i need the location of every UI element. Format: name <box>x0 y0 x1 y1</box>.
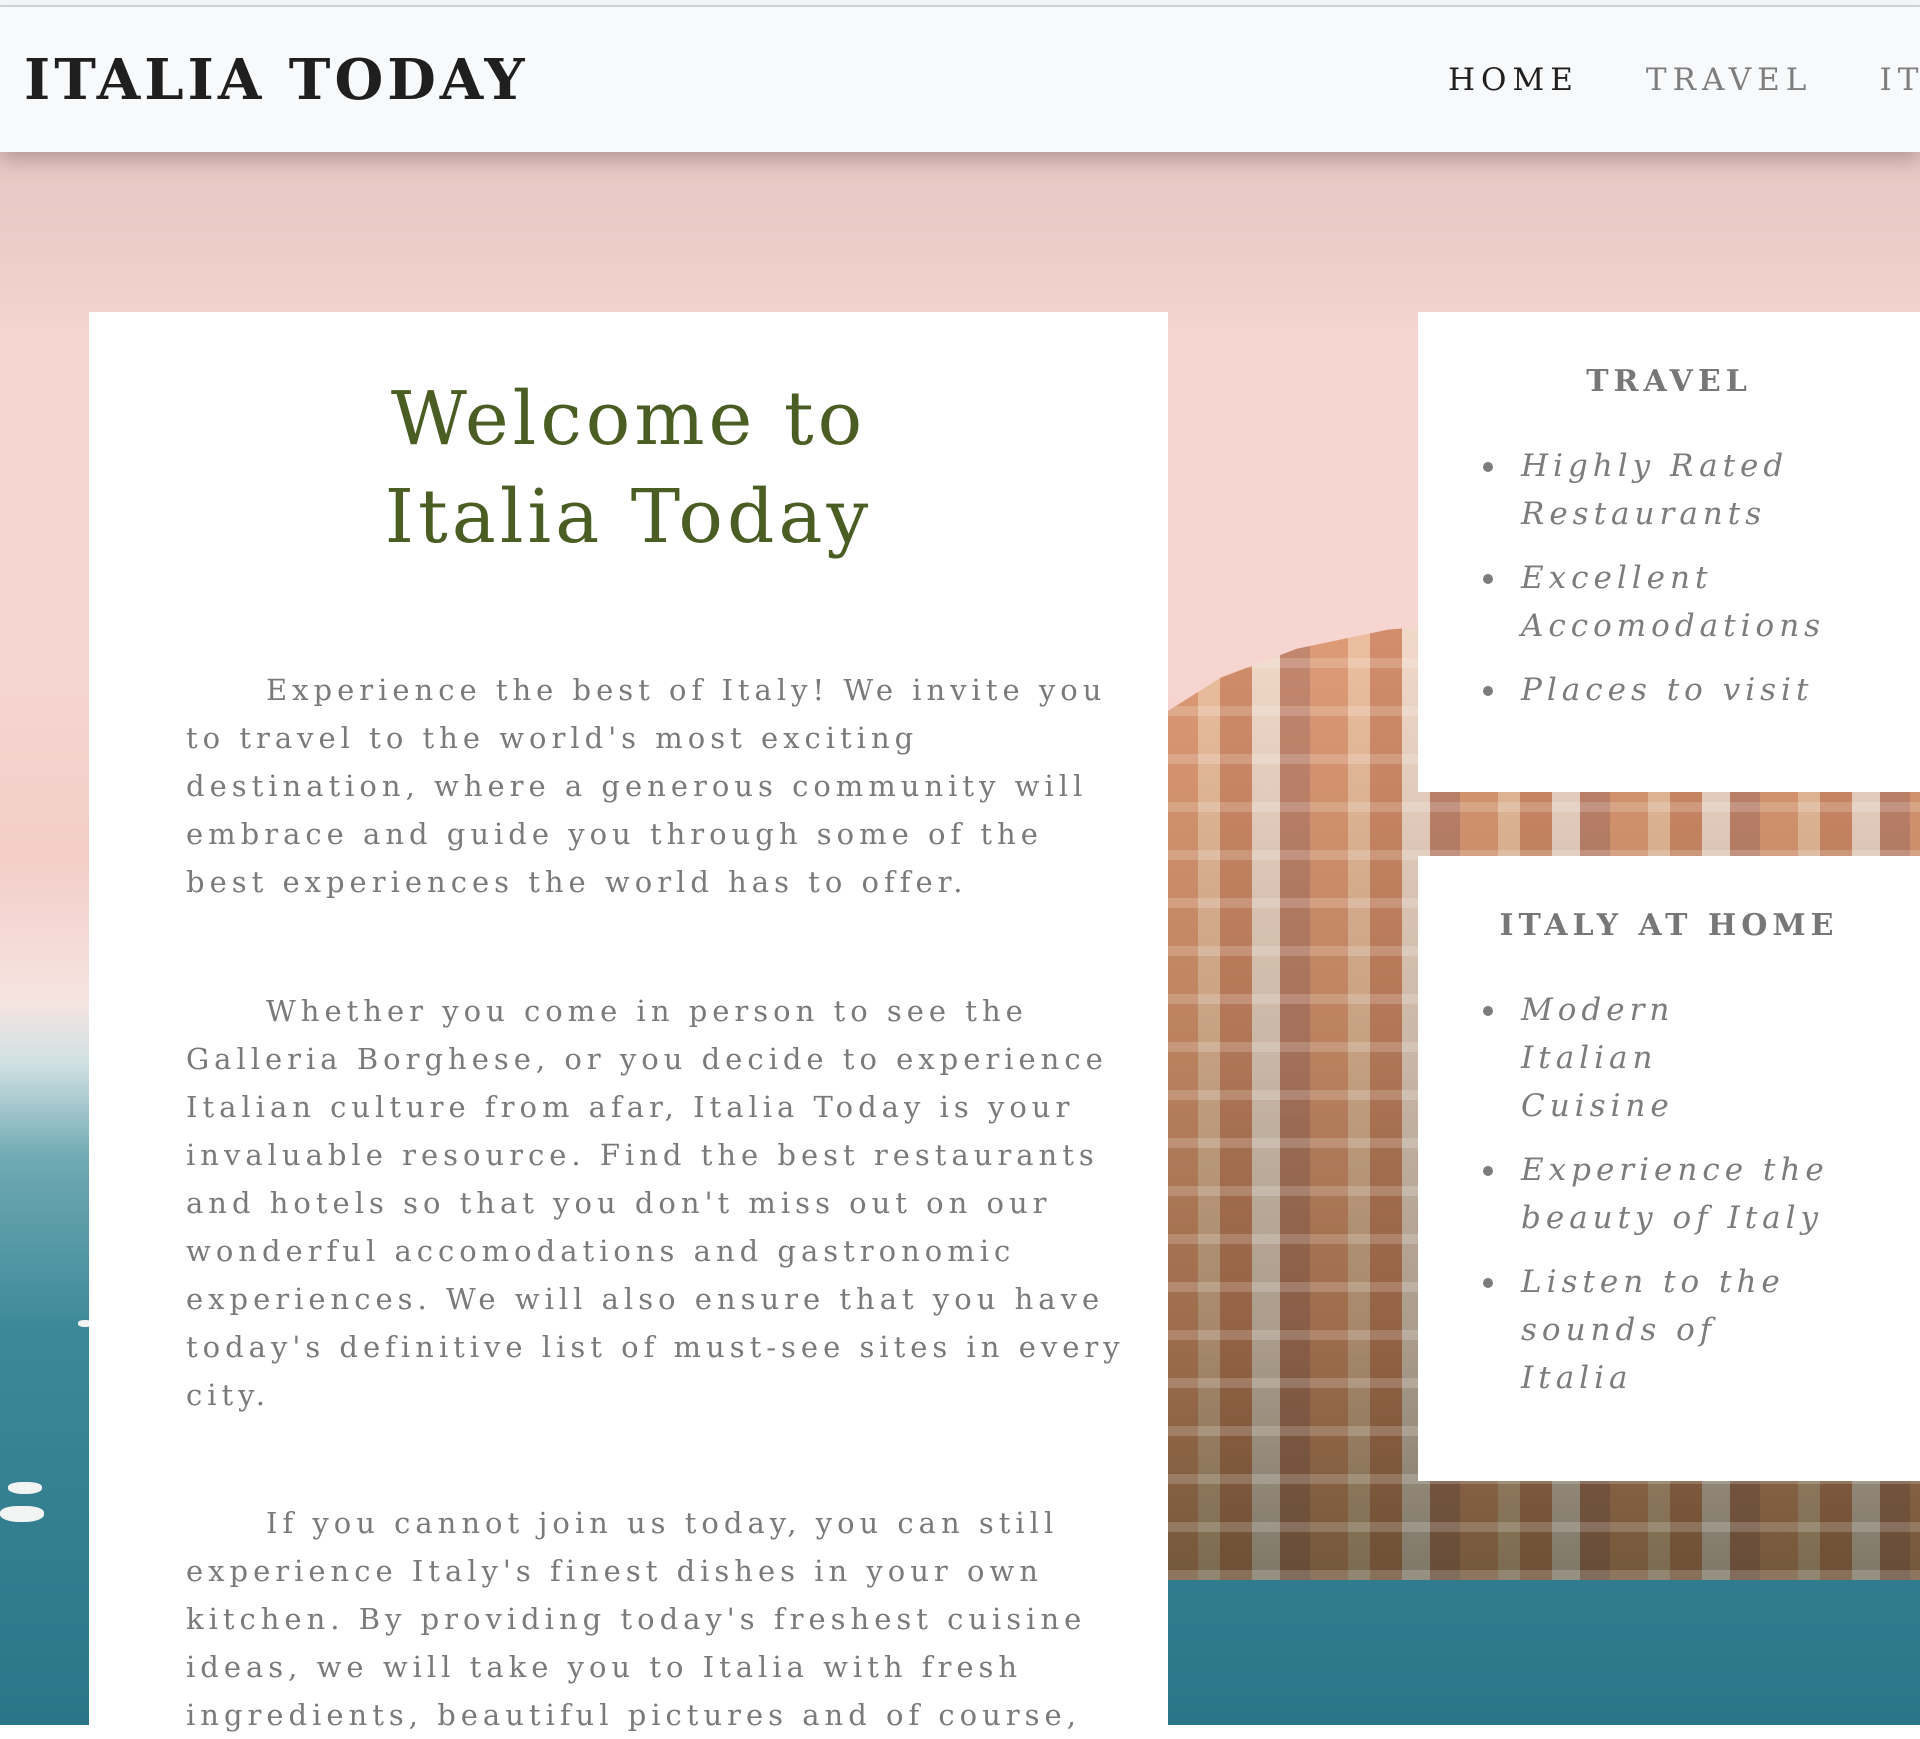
welcome-heading-line2: Italia Today <box>384 474 873 560</box>
galleria-paragraph: Whether you come in person to see the Ga… <box>186 994 1125 1412</box>
brand-logo[interactable]: ITALIA TODAY <box>24 47 528 113</box>
travel-item-places[interactable]: Places to visit <box>1483 666 1920 714</box>
travel-item-restaurants[interactable]: Highly Rated Restaurants <box>1483 442 1920 538</box>
travel-card: TRAVEL Highly Rated Restaurants Excellen… <box>1418 312 1920 792</box>
navbar: ITALIA TODAY HOME TRAVEL IT <box>0 7 1920 152</box>
welcome-card: Welcome to Italia Today Experience the b… <box>89 312 1168 1732</box>
nav-link-italy-at-home[interactable]: IT <box>1879 62 1920 98</box>
nav-link-home[interactable]: HOME <box>1448 62 1579 98</box>
intro-paragraph: Experience the best of Italy! We invite … <box>186 673 1107 899</box>
italy-at-home-item-beauty[interactable]: Experience the beauty of Italy <box>1483 1146 1851 1242</box>
italy-at-home-item-cuisine[interactable]: Modern Italian Cuisine <box>1483 986 1681 1130</box>
travel-item-accomodations[interactable]: Excellent Accomodations <box>1483 554 1920 650</box>
sky-gradient <box>0 152 1920 332</box>
nav-links: HOME TRAVEL IT <box>1448 62 1920 98</box>
travel-list: Highly Rated Restaurants Excellent Accom… <box>1483 442 1920 730</box>
boat-icon <box>0 1506 44 1522</box>
cuisine-paragraph: If you cannot join us today, you can sti… <box>186 1506 1087 1732</box>
nav-link-travel[interactable]: TRAVEL <box>1646 62 1812 98</box>
welcome-heading-line1: Welcome to <box>390 376 867 462</box>
italy-at-home-item-sounds[interactable]: Listen to the sounds of Italia <box>1483 1258 1811 1402</box>
italy-at-home-card-title: ITALY AT HOME <box>1499 908 1839 943</box>
italy-at-home-card: ITALY AT HOME Modern Italian Cuisine Exp… <box>1418 856 1920 1481</box>
browser-top-edge <box>0 0 1920 7</box>
boat-icon <box>8 1482 42 1494</box>
travel-card-title: TRAVEL <box>1586 364 1752 399</box>
italy-at-home-list: Modern Italian Cuisine Experience the be… <box>1483 986 1851 1418</box>
welcome-heading: Welcome to Italia Today <box>89 370 1168 566</box>
